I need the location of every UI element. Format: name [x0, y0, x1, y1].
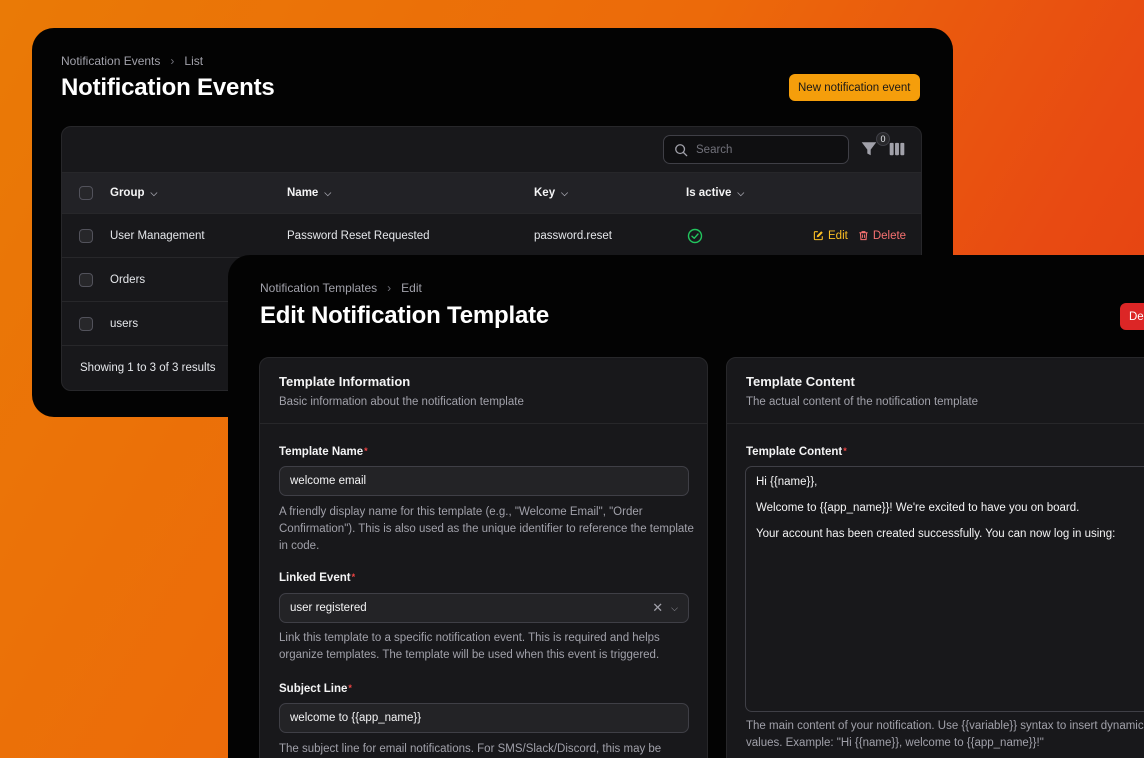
- search-box[interactable]: [663, 135, 849, 164]
- section-description: Basic information about the notification…: [279, 396, 524, 408]
- breadcrumb-item-notification-templates[interactable]: Notification Templates: [260, 281, 377, 295]
- edit-button[interactable]: Edit: [813, 230, 848, 242]
- template-information-section: Template Information Basic information a…: [259, 357, 708, 758]
- page-title: Notification Events: [61, 74, 275, 101]
- pagination-summary: Showing 1 to 3 of 3 results: [80, 362, 216, 374]
- subject-line-help: The subject line for email notifications…: [279, 743, 662, 755]
- template-name-input[interactable]: [279, 466, 689, 496]
- breadcrumb-item-notification-events[interactable]: Notification Events: [61, 54, 160, 68]
- chevron-down-icon: ⌵: [150, 187, 158, 198]
- section-title: Template Information: [279, 374, 411, 389]
- linked-event-value: user registered: [290, 602, 367, 614]
- table-toolbar: 0: [62, 127, 921, 173]
- subject-line-label: Subject Line*: [279, 683, 352, 695]
- clear-icon[interactable]: ✕: [652, 600, 663, 616]
- breadcrumb: Notification Events › List: [61, 54, 203, 68]
- cell-group: Orders: [110, 273, 146, 286]
- delete-button[interactable]: Delete: [858, 230, 906, 242]
- section-description: The actual content of the notification t…: [746, 396, 979, 408]
- linked-event-select[interactable]: user registered ✕ ⌵: [279, 593, 689, 623]
- chevron-right-icon: ›: [387, 281, 392, 295]
- cell-group: User Management: [110, 229, 205, 242]
- section-header: Template Information Basic information a…: [260, 358, 707, 424]
- table-header: Group ⌵ Name ⌵ Key ⌵ Is active ⌵: [62, 173, 921, 213]
- linked-event-label: Linked Event*: [279, 572, 356, 584]
- subject-line-input[interactable]: [279, 703, 689, 733]
- template-content-section: Template Content The actual content of t…: [726, 357, 1144, 758]
- column-header-key[interactable]: Key ⌵: [534, 173, 568, 213]
- column-header-name[interactable]: Name ⌵: [287, 173, 331, 213]
- template-content-textarea[interactable]: Hi {{name}}, Welcome to {{app_name}}! We…: [745, 466, 1144, 712]
- breadcrumb: Notification Templates › Edit: [260, 281, 422, 295]
- chevron-down-icon[interactable]: ⌵: [671, 603, 678, 614]
- new-notification-event-button[interactable]: New notification event: [789, 74, 920, 101]
- cell-key: password.reset: [534, 229, 612, 242]
- chevron-right-icon: ›: [170, 54, 175, 68]
- chevron-down-icon: ⌵: [324, 187, 332, 198]
- row-checkbox[interactable]: [79, 228, 93, 243]
- section-header: Template Content The actual content of t…: [727, 358, 1144, 424]
- page-title: Edit Notification Template: [260, 302, 550, 329]
- chevron-down-icon: ⌵: [561, 187, 568, 198]
- required-asterisk: *: [364, 446, 368, 456]
- filter-icon[interactable]: [860, 140, 878, 158]
- table-row[interactable]: User Management Password Reset Requested…: [62, 213, 921, 257]
- breadcrumb-item-list: List: [184, 54, 204, 68]
- linked-event-help: Link this template to a specific notific…: [279, 632, 660, 661]
- column-header-is-active[interactable]: Is active ⌵: [686, 173, 744, 213]
- row-checkbox[interactable]: [79, 272, 93, 287]
- template-name-label: Template Name*: [279, 446, 368, 458]
- template-content-label: Template Content*: [746, 446, 847, 458]
- template-content-help: The main content of your notification. U…: [746, 720, 1144, 749]
- trash-icon: [859, 231, 868, 241]
- required-asterisk: *: [843, 446, 847, 456]
- column-header-group[interactable]: Group ⌵: [110, 173, 157, 213]
- breadcrumb-item-edit: Edit: [401, 281, 422, 295]
- search-icon: [675, 143, 688, 156]
- required-asterisk: *: [351, 572, 356, 582]
- search-input[interactable]: [696, 143, 836, 156]
- template-name-help: A friendly display name for this templat…: [279, 506, 694, 552]
- section-title: Template Content: [746, 374, 855, 389]
- columns-icon[interactable]: [888, 140, 906, 158]
- cell-name: Password Reset Requested: [287, 229, 430, 242]
- check-circle-icon: [687, 228, 703, 243]
- edit-template-window: Notification Templates › Edit Edit Notif…: [228, 255, 1144, 758]
- delete-template-button[interactable]: Delete: [1120, 303, 1144, 330]
- chevron-down-icon: ⌵: [737, 187, 745, 198]
- required-asterisk: *: [348, 683, 352, 693]
- edit-icon: [813, 231, 823, 241]
- cell-group: users: [110, 317, 139, 330]
- select-all-checkbox[interactable]: [79, 186, 93, 200]
- row-checkbox[interactable]: [79, 316, 93, 331]
